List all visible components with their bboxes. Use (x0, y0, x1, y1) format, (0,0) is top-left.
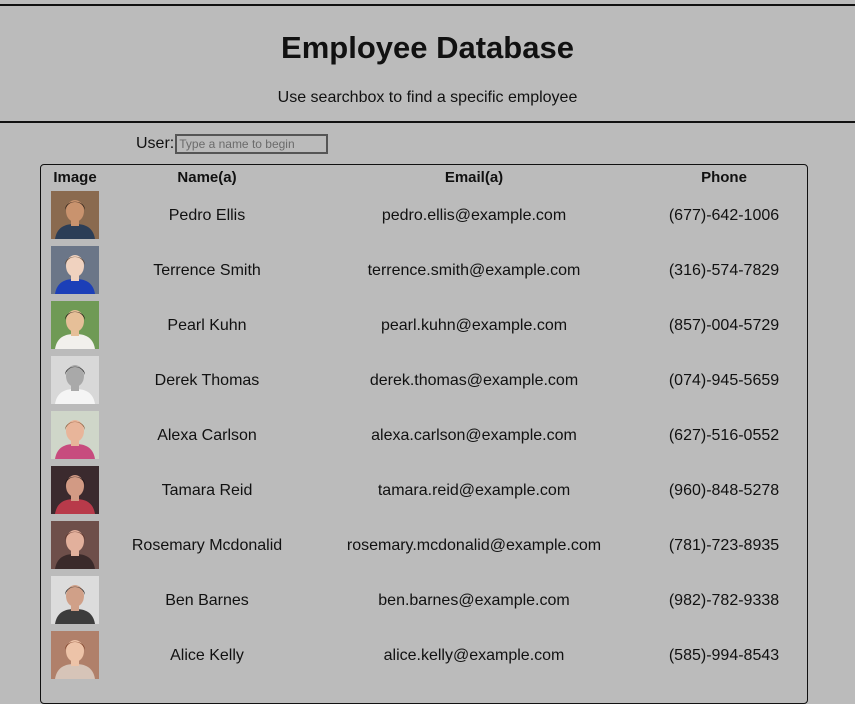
column-header-image: Image (53, 169, 97, 186)
table-row: Rosemary Mcdonalid rosemary.mcdonalid@exa… (41, 521, 807, 576)
portrait-image (51, 356, 99, 404)
employee-name: Ben Barnes (165, 592, 249, 609)
employee-email: pearl.kuhn@example.com (380, 317, 568, 334)
employee-photo (51, 191, 99, 239)
portrait-image (51, 191, 99, 239)
table-row: Ben Barnes ben.barnes@example.com (982)-78… (41, 576, 807, 631)
table-row: Alexa Carlson alexa.carlson@example.com (6… (41, 411, 807, 466)
employee-phone: (982)-782-9338 (668, 592, 780, 609)
portrait-image (51, 466, 99, 514)
employee-name: Rosemary Mcdonalid (131, 537, 283, 554)
employee-phone: (074)-945-5659 (668, 372, 780, 389)
table-row: Terrence Smith terrence.smith@example.com… (41, 246, 807, 301)
employee-photo (51, 576, 99, 624)
table-header: Image Name(a) Email(a) Phone (41, 169, 807, 189)
employee-email: rosemary.mcdonalid@example.com (346, 537, 602, 554)
search-row: User: (136, 132, 329, 156)
portrait-image (51, 576, 99, 624)
employee-phone: (857)-004-5729 (668, 317, 780, 334)
employee-photo (51, 246, 99, 294)
table-row: Pearl Kuhn pearl.kuhn@example.com (857)-00… (41, 301, 807, 356)
employee-photo (51, 411, 99, 459)
page-title: Employee Database (281, 30, 574, 65)
portrait-image (51, 301, 99, 349)
employee-email: derek.thomas@example.com (369, 372, 579, 389)
employee-phone: (585)-994-8543 (668, 647, 780, 664)
employee-name: Derek Thomas (154, 372, 260, 389)
employee-name: Pearl Kuhn (167, 317, 247, 334)
table-row: Alice Kelly alice.kelly@example.com (585)-… (41, 631, 807, 686)
portrait-image (51, 631, 99, 679)
search-label: User: (136, 135, 175, 152)
employee-photo (51, 301, 99, 349)
employee-name: Alexa Carlson (157, 427, 257, 444)
employee-phone: (316)-574-7829 (668, 262, 780, 279)
search-input[interactable] (175, 134, 329, 154)
employee-photo (51, 356, 99, 404)
employee-name: Tamara Reid (161, 482, 253, 499)
column-header-phone: Phone (701, 169, 747, 186)
portrait-image (51, 246, 99, 294)
employee-photo (51, 631, 99, 679)
employee-phone: (781)-723-8935 (668, 537, 780, 554)
employee-photo (51, 466, 99, 514)
employee-email: ben.barnes@example.com (378, 592, 570, 609)
column-header-name[interactable]: Name(a) (107, 169, 307, 186)
portrait-image (51, 411, 99, 459)
employee-email: alice.kelly@example.com (383, 647, 565, 664)
employee-name: Pedro Ellis (168, 207, 246, 224)
page-header: Employee Database Use searchbox to find … (0, 4, 855, 123)
employee-name: Terrence Smith (153, 262, 261, 279)
employee-phone: (627)-516-0552 (668, 427, 780, 444)
employee-phone: (960)-848-5278 (668, 482, 780, 499)
employee-email: tamara.reid@example.com (377, 482, 571, 499)
employee-photo (51, 521, 99, 569)
table-row: Tamara Reid tamara.reid@example.com (960)-… (41, 466, 807, 521)
employee-email: pedro.ellis@example.com (381, 207, 567, 224)
employee-table: Image Name(a) Email(a) Phone Pedro Ellis… (40, 164, 808, 704)
employee-email: alexa.carlson@example.com (371, 427, 577, 444)
portrait-image (51, 521, 99, 569)
table-row: Derek Thomas derek.thomas@example.com (074… (41, 356, 807, 411)
table-row: Pedro Ellis pedro.ellis@example.com (677)-… (41, 191, 807, 246)
column-header-email[interactable]: Email(a) (307, 169, 641, 186)
employee-name: Alice Kelly (170, 647, 244, 664)
employee-phone: (677)-642-1006 (668, 207, 780, 224)
page-subtitle: Use searchbox to find a specific employe… (277, 89, 578, 106)
employee-email: terrence.smith@example.com (367, 262, 581, 279)
